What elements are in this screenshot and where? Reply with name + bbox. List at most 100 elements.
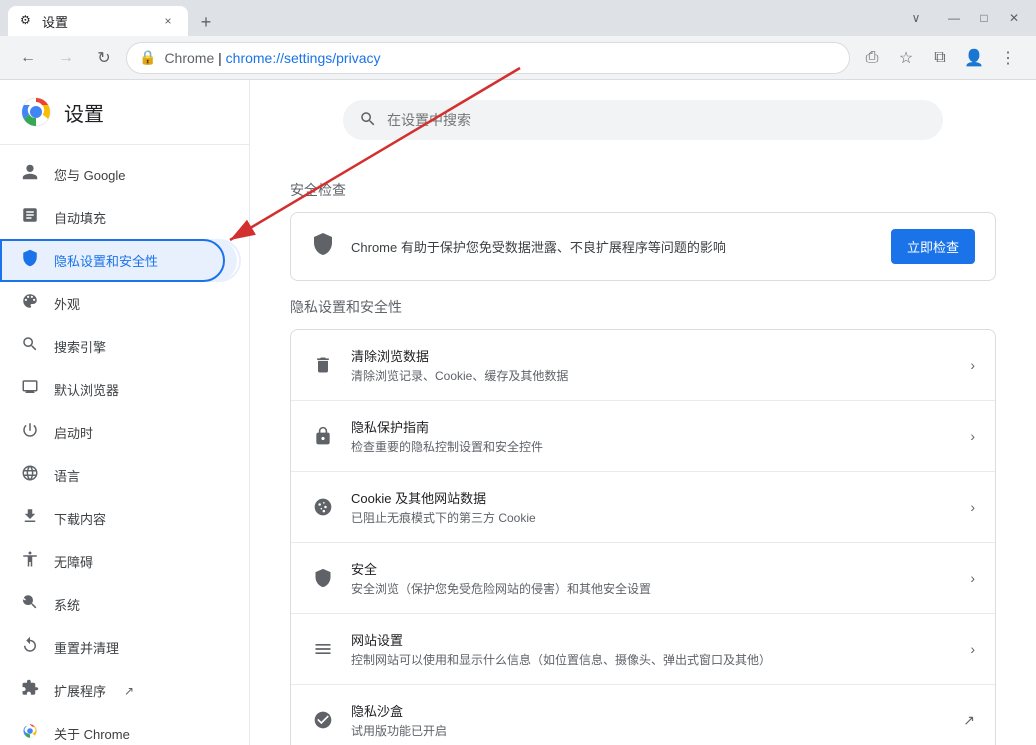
sandbox-icon [311,708,335,732]
site-settings-icon [311,637,335,661]
privacy-guide-title: 隐私保护指南 [351,417,954,436]
privacy-guide-item[interactable]: 隐私保护指南 检查重要的隐私控制设置和安全控件 › [291,401,995,472]
window-controls: ∨ — □ ✕ [902,4,1028,32]
cookies-item[interactable]: Cookie 及其他网站数据 已阻止无痕模式下的第三方 Cookie › [291,472,995,543]
sidebar-item-startup[interactable]: 启动时 [0,411,237,454]
wrench-icon [20,593,40,616]
sidebar-item-downloads[interactable]: 下载内容 [0,497,237,540]
privacy-guide-icon [311,424,335,448]
tab-close-button[interactable]: × [160,13,176,29]
clear-browsing-subtitle: 清除浏览记录、Cookie、缓存及其他数据 [351,367,954,384]
sidebar-item-extensions[interactable]: 扩展程序 ↗ [0,669,237,712]
security-item[interactable]: 安全 安全浏览（保护您免受危险网站的侵害）和其他安全设置 › [291,543,995,614]
privacy-sandbox-subtitle: 试用版功能已开启 [351,722,947,739]
main-layout: 设置 您与 Google 自动填充 [0,80,1036,745]
sidebar-item-language[interactable]: 语言 [0,454,237,497]
privacy-sandbox-item[interactable]: 隐私沙盒 试用版功能已开启 ↗ [291,685,995,745]
sidebar-label-system: 系统 [54,595,80,614]
extend-icon[interactable]: ⧉ [924,42,956,74]
document-icon [20,206,40,229]
monitor-icon [20,378,40,401]
chrome-info-icon [20,722,40,745]
bookmark-icon[interactable]: ☆ [890,42,922,74]
safety-description: Chrome 有助于保护您免受数据泄露、不良扩展程序等问题的影响 [351,237,875,256]
palette-icon [20,292,40,315]
site-settings-item[interactable]: 网站设置 控制网站可以使用和显示什么信息（如位置信息、摄像头、弹出式窗口及其他）… [291,614,995,685]
search-icon [20,335,40,358]
privacy-sandbox-content: 隐私沙盒 试用版功能已开启 [351,701,947,739]
download-icon [20,507,40,530]
active-tab[interactable]: ⚙ 设置 × [8,6,188,36]
sidebar-label-google: 您与 Google [54,165,126,184]
sidebar-label-browser: 默认浏览器 [54,380,119,399]
forward-button[interactable]: → [50,42,82,74]
maximize-button[interactable]: □ [970,4,998,32]
sidebar-item-autofill[interactable]: 自动填充 [0,196,237,239]
cookie-icon [311,495,335,519]
sidebar-label-extensions: 扩展程序 [54,681,106,700]
sidebar-label-autofill: 自动填充 [54,208,106,227]
sidebar-label-downloads: 下载内容 [54,509,106,528]
tab-area: ⚙ 设置 × + [8,0,902,36]
nav-actions: ⎙ ☆ ⧉ 👤 ⋮ [856,42,1024,74]
puzzle-icon [20,679,40,702]
tab-settings-icon: ⚙ [20,13,36,29]
privacy-section: 隐私设置和安全性 清除浏览数据 清除浏览记录、Cookie、缓存及其他数据 › [290,297,996,745]
sidebar-item-browser[interactable]: 默认浏览器 [0,368,237,411]
clear-browsing-title: 清除浏览数据 [351,346,954,365]
clear-browsing-content: 清除浏览数据 清除浏览记录、Cookie、缓存及其他数据 [351,346,954,384]
check-now-button[interactable]: 立即检查 [891,229,975,264]
sidebar-item-google[interactable]: 您与 Google [0,153,237,196]
back-button[interactable]: ← [12,42,44,74]
safety-check-card: Chrome 有助于保护您免受数据泄露、不良扩展程序等问题的影响 立即检查 [290,212,996,281]
content-area: 安全检查 Chrome 有助于保护您免受数据泄露、不良扩展程序等问题的影响 立即… [250,80,1036,745]
address-bar[interactable]: 🔒 Chrome | chrome://settings/privacy [126,42,850,74]
security-subtitle: 安全浏览（保护您免受危险网站的侵害）和其他安全设置 [351,580,954,597]
cookies-content: Cookie 及其他网站数据 已阻止无痕模式下的第三方 Cookie [351,488,954,526]
sidebar-item-system[interactable]: 系统 [0,583,237,626]
sidebar-item-accessibility[interactable]: 无障碍 [0,540,237,583]
title-bar: ⚙ 设置 × + ∨ — □ ✕ [0,0,1036,36]
address-path: chrome://settings/privacy [226,50,381,66]
tab-strip-chevron[interactable]: ∨ [902,4,930,32]
address-separator: | [218,50,226,66]
search-input[interactable] [387,112,927,128]
sidebar-item-about[interactable]: 关于 Chrome [0,712,237,745]
chrome-logo-icon [20,96,52,128]
menu-icon[interactable]: ⋮ [992,42,1024,74]
settings-main-title: 设置 [64,98,104,127]
globe-icon [20,464,40,487]
new-tab-button[interactable]: + [192,8,220,36]
clear-browsing-item[interactable]: 清除浏览数据 清除浏览记录、Cookie、缓存及其他数据 › [291,330,995,401]
navigation-bar: ← → ↻ 🔒 Chrome | chrome://settings/priva… [0,36,1036,80]
sidebar-item-privacy[interactable]: 隐私设置和安全性 [0,239,237,282]
reload-button[interactable]: ↻ [88,42,120,74]
sidebar-item-reset[interactable]: 重置并清理 [0,626,237,669]
sidebar-label-reset: 重置并清理 [54,638,119,657]
sidebar-item-search[interactable]: 搜索引擎 [0,325,237,368]
sidebar-label-startup: 启动时 [54,423,93,442]
site-settings-title: 网站设置 [351,630,954,649]
external-icon-5: ↗ [963,712,975,729]
profile-icon[interactable]: 👤 [958,42,990,74]
privacy-list-card: 清除浏览数据 清除浏览记录、Cookie、缓存及其他数据 › 隐私保护指南 检查… [290,329,996,745]
sidebar: 设置 您与 Google 自动填充 [0,80,250,745]
sidebar-label-language: 语言 [54,466,80,485]
extensions-external-icon: ↗ [124,684,134,698]
sidebar-item-appearance[interactable]: 外观 [0,282,237,325]
privacy-guide-content: 隐私保护指南 检查重要的隐私控制设置和安全控件 [351,417,954,455]
site-settings-content: 网站设置 控制网站可以使用和显示什么信息（如位置信息、摄像头、弹出式窗口及其他） [351,630,954,668]
address-text: Chrome | chrome://settings/privacy [164,50,837,66]
safety-shield-icon [311,232,335,262]
cookies-title: Cookie 及其他网站数据 [351,488,954,507]
refresh-icon [20,636,40,659]
sidebar-label-appearance: 外观 [54,294,80,313]
close-window-button[interactable]: ✕ [1000,4,1028,32]
privacy-guide-subtitle: 检查重要的隐私控制设置和安全控件 [351,438,954,455]
search-icon [359,110,377,131]
privacy-section-title: 隐私设置和安全性 [290,297,996,317]
share-icon[interactable]: ⎙ [856,42,888,74]
settings-header: 设置 [0,80,249,145]
minimize-button[interactable]: — [940,4,968,32]
trash-icon [311,353,335,377]
